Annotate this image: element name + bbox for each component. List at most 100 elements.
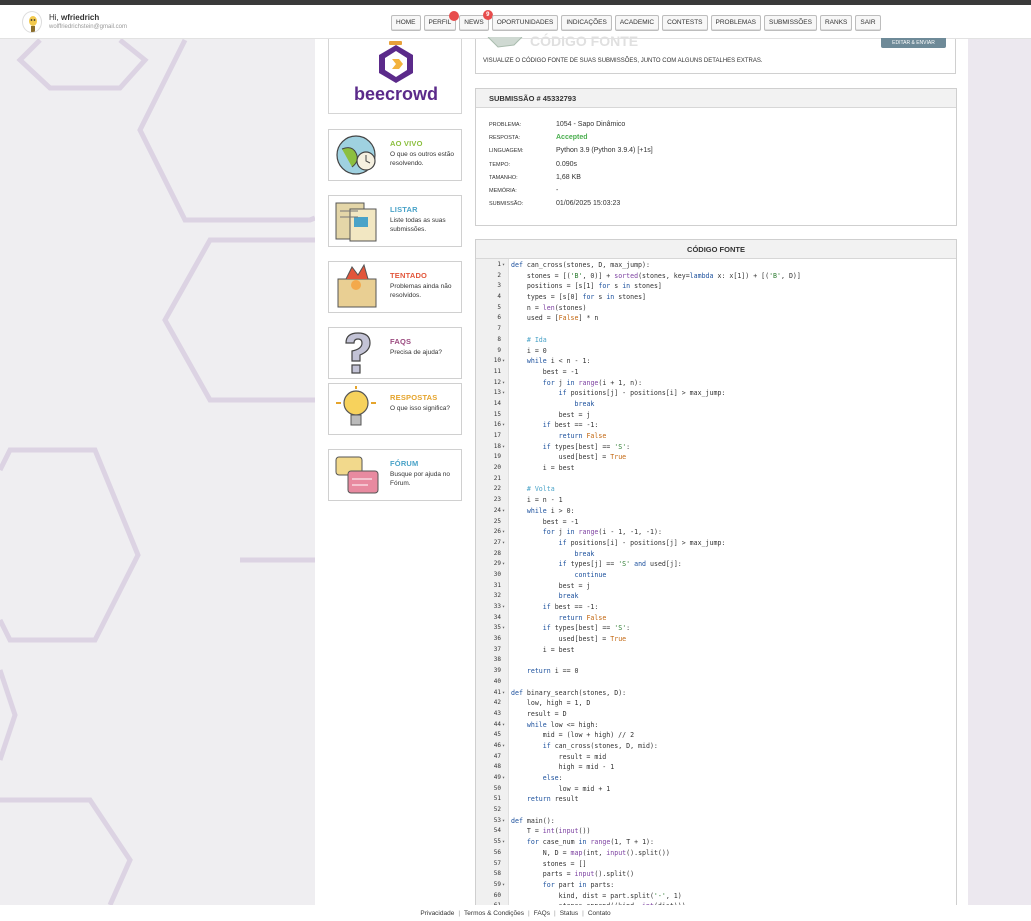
source-code-box: CÓDIGO FONTE 1 ▾ def can_cross(stones, D, …	[475, 239, 957, 919]
code-line: 30 continue	[476, 570, 956, 581]
line-number: 20	[493, 464, 501, 472]
fold-toggle-icon[interactable]: ▾	[502, 688, 505, 699]
code-line: 55 ▾ for case_num in range(1, T + 1):	[476, 837, 956, 848]
code-text: stones = [('B', 0)] + sorted(stones, key…	[511, 271, 801, 280]
code-line: 1 ▾ def can_cross(stones, D, max_jump):	[476, 260, 956, 271]
fold-toggle-icon[interactable]: ▾	[502, 420, 505, 431]
fold-toggle-icon[interactable]: ▾	[502, 880, 505, 891]
fold-toggle-icon[interactable]: ▾	[502, 741, 505, 752]
side-card-respostas[interactable]: RESPOSTAS O que isso significa?	[328, 383, 462, 435]
logo-card[interactable]: beecrowd	[328, 39, 462, 114]
footer-separator: |	[458, 910, 461, 917]
nav-submissoes[interactable]: SUBMISSÕES	[764, 15, 817, 31]
line-number: 42	[493, 699, 501, 707]
side-card-tentado[interactable]: TENTADO Problemas ainda não resolvidos.	[328, 261, 462, 313]
nav-academic[interactable]: ACADEMIC	[614, 15, 660, 31]
fold-toggle-icon[interactable]: ▾	[502, 816, 505, 827]
fold-toggle-icon[interactable]: ▾	[502, 538, 505, 549]
nav-label: HOME	[396, 19, 416, 26]
fold-toggle-icon[interactable]: ▾	[502, 527, 505, 538]
fold-toggle-icon[interactable]: ▾	[502, 378, 505, 389]
nav-home[interactable]: HOME	[391, 15, 421, 31]
fold-toggle-icon[interactable]: ▾	[502, 559, 505, 570]
code-text: if types[best] == 'S':	[542, 442, 631, 451]
footer-link-privacidade[interactable]: Privacidade	[420, 910, 454, 917]
line-number: 29	[493, 560, 501, 568]
code-text: if positions[i] - positions[j] > max_jum…	[558, 538, 726, 547]
side-card-description: Problemas ainda não resolvidos.	[390, 283, 452, 299]
fold-toggle-icon[interactable]: ▾	[502, 442, 505, 453]
line-number: 2	[497, 271, 501, 279]
code-editor[interactable]: 1 ▾ def can_cross(stones, D, max_jump): 2 s…	[476, 260, 956, 912]
line-number: 34	[493, 613, 501, 621]
code-line: 19 used[best] = True	[476, 452, 956, 463]
line-number: 19	[493, 453, 501, 461]
code-text: break	[574, 399, 595, 408]
code-line: 14 break	[476, 399, 956, 410]
code-text: # Volta	[511, 485, 555, 494]
fold-toggle-icon[interactable]: ▾	[502, 773, 505, 784]
nav-sair[interactable]: SAIR	[855, 15, 881, 31]
nav-perfil[interactable]: PERFIL	[423, 11, 460, 31]
fold-toggle-icon[interactable]: ▾	[502, 720, 505, 731]
fold-toggle-icon[interactable]: ▾	[502, 260, 505, 271]
code-line: 49 ▾ else:	[476, 773, 956, 784]
code-text: if types[best] == 'S':	[542, 624, 631, 633]
code-text: def binary_search(stones, D):	[511, 688, 627, 697]
line-number: 21	[493, 474, 501, 482]
detail-value: 1054 - Sapo Dinâmico	[556, 121, 626, 128]
code-text: for j in range(i + 1, n):	[542, 378, 643, 387]
line-number: 36	[493, 635, 501, 643]
main-nav: HOME PERFIL NEWS 9 OPORTUNIDADES INDICAÇÕES AC…	[391, 10, 881, 31]
code-line: 2 stones = [('B', 0)] + sorted(stones, k…	[476, 271, 956, 282]
footer-link-faqs[interactable]: FAQs	[534, 910, 550, 917]
side-card-forum[interactable]: FÓRUM Busque por ajuda no Fórum.	[328, 449, 462, 501]
footer-link-contato[interactable]: Contato	[588, 910, 611, 917]
footer-link-status[interactable]: Status	[560, 910, 578, 917]
nav-label: SUBMISSÕES	[769, 19, 812, 26]
nav-indicacoes[interactable]: INDICAÇÕES	[561, 15, 612, 31]
line-number: 48	[493, 763, 501, 771]
nav-oportunidades[interactable]: OPORTUNIDADES	[491, 15, 559, 31]
detail-value: 0.090s	[556, 160, 578, 168]
line-number: 59	[493, 880, 501, 888]
nav-ranks[interactable]: RANKS	[819, 15, 853, 31]
avatar[interactable]	[22, 11, 42, 33]
fold-toggle-icon[interactable]: ▾	[502, 602, 505, 613]
line-number: 3	[497, 282, 501, 290]
detail-value: -	[556, 187, 559, 194]
fold-toggle-icon[interactable]: ▾	[502, 506, 505, 517]
fold-toggle-icon[interactable]: ▾	[502, 837, 505, 848]
fold-toggle-icon[interactable]: ▾	[502, 623, 505, 634]
footer-link-termos-condicoes[interactable]: Termos & Condições	[464, 910, 524, 917]
code-line: 12 ▾ for j in range(i + 1, n):	[476, 378, 956, 389]
line-number: 51	[493, 795, 501, 803]
lightbulb-icon	[330, 385, 382, 433]
fold-toggle-icon[interactable]: ▾	[502, 356, 505, 367]
line-number: 27	[493, 538, 501, 546]
line-number: 23	[493, 496, 501, 504]
line-number: 58	[493, 870, 501, 878]
code-text: low = mid + 1	[511, 784, 611, 793]
line-number: 15	[493, 410, 501, 418]
side-card-faqs[interactable]: FAQS Precisa de ajuda?	[328, 327, 462, 379]
code-line: 21	[476, 474, 956, 485]
nav-contests[interactable]: CONTESTS	[662, 15, 708, 31]
line-number: 43	[493, 709, 501, 717]
submission-row: PROBLEMA: 1054 - Sapo Dinâmico	[489, 121, 949, 131]
edit-submit-button[interactable]: EDITAR & ENVIAR	[881, 38, 946, 48]
code-text: best = -1	[511, 367, 579, 376]
footer-separator: |	[528, 910, 530, 917]
code-text: if can_cross(stones, D, mid):	[542, 741, 658, 750]
nav-news[interactable]: NEWS 9	[459, 10, 493, 31]
submission-heading: SUBMISSÃO # 45332793	[476, 89, 956, 108]
code-header-icon	[487, 37, 523, 48]
globe-icon	[330, 131, 382, 179]
code-text: positions = [s[1] for s in stones]	[511, 282, 662, 291]
side-card-listar[interactable]: LISTAR Liste todas as suas submissões.	[328, 195, 462, 247]
fold-toggle-icon[interactable]: ▾	[502, 388, 505, 399]
side-card-ao-vivo[interactable]: AO VIVO O que os outros estão resolvendo.	[328, 129, 462, 181]
nav-problemas[interactable]: PROBLEMAS	[710, 15, 761, 31]
line-number: 26	[493, 528, 501, 536]
page-title: CÓDIGO FONTE	[530, 33, 639, 49]
